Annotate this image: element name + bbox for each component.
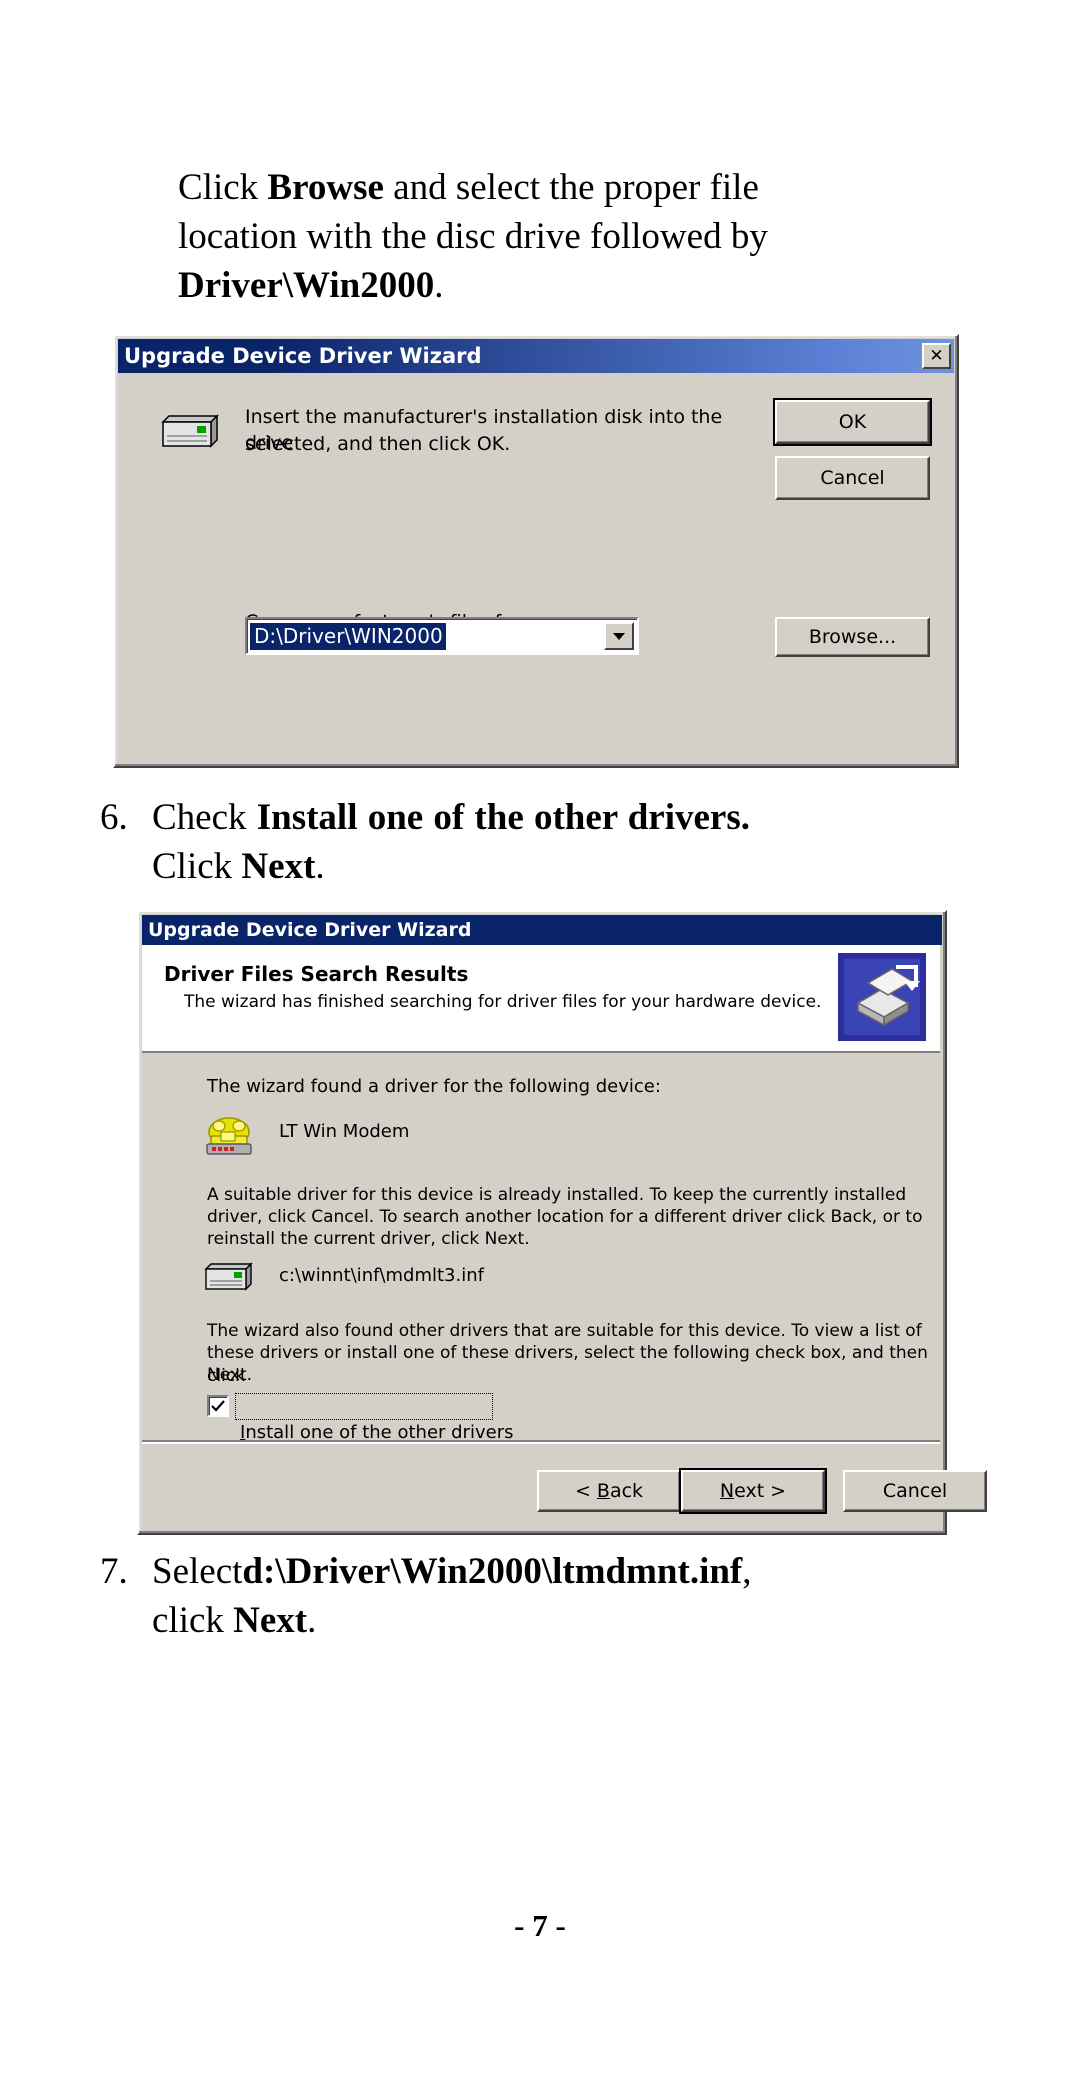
intro-paragraph: Click Browse and select the proper file … <box>178 163 768 311</box>
ok-button[interactable]: OK <box>773 398 932 446</box>
close-icon-glyph: ✕ <box>929 345 944 366</box>
step-7-number: 7. <box>100 1551 128 1592</box>
step-6-line-2: Click Next. <box>152 842 750 891</box>
dialog2-cancel-button[interactable]: Cancel <box>843 1470 987 1512</box>
cancel-button-label: Cancel <box>820 467 885 489</box>
upgrade-device-driver-wizard-dialog-2[interactable]: Upgrade Device Driver Wizard Driver File… <box>137 910 987 1535</box>
dialog2-cancel-label: Cancel <box>882 1480 948 1502</box>
install-other-drivers-label[interactable]: Install one of the other drivers <box>240 1396 513 1446</box>
back-button[interactable]: < Back <box>537 1470 681 1512</box>
step-7-click-word: click <box>152 1600 234 1642</box>
intro-line-3: Driver\Win2000. <box>178 261 748 310</box>
dialog2-header-subtitle: The wizard has finished searching for dr… <box>184 992 822 1012</box>
intro-line1-post: and select the proper file <box>383 167 759 208</box>
step-6-number: 6. <box>100 797 128 838</box>
next-button-label: Next > <box>720 1480 786 1502</box>
intro-line-1: Click Browse and select the proper file <box>178 163 759 212</box>
dialog2-paragraph2-line3: Next. <box>207 1365 253 1385</box>
modem-phone-icon-svg <box>206 1117 252 1155</box>
cancel-button[interactable]: Cancel <box>775 456 930 500</box>
driver-search-icon-svg <box>838 953 926 1041</box>
dialog1-titlebar[interactable]: Upgrade Device Driver Wizard ✕ <box>118 339 954 373</box>
dialog2-found-label: The wizard found a driver for the follow… <box>207 1076 661 1097</box>
step-6-line-1: Check Install one of the other drivers. <box>152 793 750 842</box>
floppy-disk-icon-2-svg <box>204 1262 253 1291</box>
ok-button-label: OK <box>838 411 867 433</box>
dialog2-paragraph2-line1: The wizard also found other drivers that… <box>207 1321 922 1341</box>
intro-line2-text: location with the disc drive followed by <box>178 216 768 258</box>
driver-search-icon <box>838 953 926 1041</box>
step-6-click-word: Click <box>152 846 242 888</box>
step-6: 6. Check Install one of the other driver… <box>100 793 750 891</box>
step-6-period: . <box>315 846 325 888</box>
floppy-disk-icon <box>157 412 219 452</box>
install-other-drivers-checkbox[interactable] <box>207 1395 229 1417</box>
dialog2-titlebar[interactable]: Upgrade Device Driver Wizard <box>142 915 942 945</box>
inf-file-path: c:\winnt\inf\mdmlt3.inf <box>279 1265 484 1286</box>
driver-path-keyword: Driver\Win2000 <box>178 265 435 307</box>
back-button-rest: ack <box>609 1480 644 1502</box>
copy-from-path-value: D:\Driver\WIN2000 <box>250 622 446 650</box>
intro-line-2: location with the disc drive followed by <box>178 212 768 261</box>
browse-keyword: Browse <box>267 167 384 208</box>
browse-button-label: Browse... <box>808 626 897 648</box>
next-button-rest: ext > <box>734 1480 787 1502</box>
step-6-check-word: Check <box>152 797 257 838</box>
dialog2-paragraph1-line2: driver, click Cancel. To search another … <box>207 1207 923 1227</box>
page-footer: - 7 - <box>514 1908 566 1943</box>
intro-line1-pre: Click <box>178 167 268 208</box>
step-7-select-word: Select <box>152 1551 243 1592</box>
step-6-next-keyword: Next <box>241 846 316 888</box>
intro-line3-period: . <box>434 265 444 307</box>
step-7-line-1: Selectd:\Driver\Win2000\ltmdmnt.inf, <box>152 1547 752 1596</box>
step-7-period: . <box>307 1600 317 1642</box>
back-button-label: < Back <box>575 1480 643 1502</box>
chevron-down-icon-glyph <box>613 632 625 640</box>
dialog2-paragraph2-line2: these drivers or install one of these dr… <box>207 1343 928 1387</box>
next-button[interactable]: Next > <box>679 1468 827 1514</box>
dialog2-title: Upgrade Device Driver Wizard <box>148 919 472 941</box>
step-7-comma: , <box>742 1551 752 1592</box>
browse-button[interactable]: Browse... <box>775 617 930 657</box>
dialog2-paragraph1-line1: A suitable driver for this device is alr… <box>207 1185 907 1205</box>
dialog1-message-line2: selected, and then click OK. <box>245 433 511 455</box>
dialog2-header-band: Driver Files Search Results The wizard h… <box>142 945 940 1053</box>
close-icon[interactable]: ✕ <box>922 343 951 369</box>
dialog2-header-title: Driver Files Search Results <box>164 962 469 986</box>
modem-phone-icon <box>201 1108 257 1160</box>
upgrade-device-driver-wizard-dialog-1[interactable]: Upgrade Device Driver Wizard ✕ Insert th… <box>113 334 959 768</box>
back-button-arrow: < <box>574 1480 597 1502</box>
back-button-accel: B <box>596 1480 610 1502</box>
dialog2-button-separator <box>142 1440 940 1444</box>
checkmark-icon <box>211 1400 225 1412</box>
step-7-inf-path: d:\Driver\Win2000\ltmdmnt.inf <box>242 1551 743 1592</box>
step-7-line-2: click Next. <box>152 1596 752 1645</box>
copy-from-path-combobox[interactable]: D:\Driver\WIN2000 <box>245 617 639 655</box>
chevron-down-icon[interactable] <box>604 622 634 650</box>
step-6-bold-phrase: Install one of the other drivers. <box>256 797 750 838</box>
floppy-disk-icon <box>201 1261 253 1293</box>
floppy-disk-icon-svg <box>161 414 219 448</box>
step-7-next-keyword: Next <box>233 1600 308 1642</box>
dialog2-paragraph1-line3: reinstall the current driver, click Next… <box>207 1229 530 1249</box>
device-name: LT Win Modem <box>279 1121 410 1142</box>
step-7: 7. Selectd:\Driver\Win2000\ltmdmnt.inf, … <box>100 1547 752 1645</box>
dialog1-title: Upgrade Device Driver Wizard <box>124 344 482 368</box>
next-button-accel: N <box>719 1480 735 1502</box>
